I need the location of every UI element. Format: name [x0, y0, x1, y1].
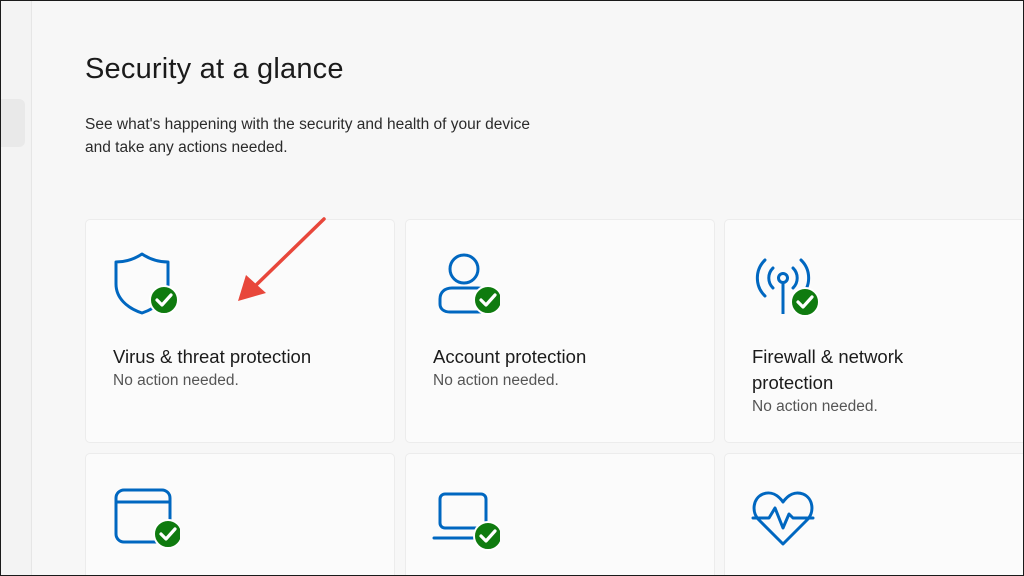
laptop-icon: [428, 480, 500, 552]
heart-pulse-icon: [747, 480, 819, 552]
page-description-line-2: and take any actions needed.: [85, 139, 288, 156]
card-device-performance-health[interactable]: [724, 453, 1023, 575]
check-badge-icon: [149, 285, 179, 315]
page-description: See what's happening with the security a…: [85, 113, 605, 159]
card-app-browser-control[interactable]: [85, 453, 395, 575]
card-title: Account protection: [433, 346, 587, 367]
card-status: No action needed.: [113, 372, 239, 389]
check-badge-icon: [153, 519, 180, 549]
page-title: Security at a glance: [85, 53, 344, 85]
app-browser-window-icon: [108, 480, 180, 552]
card-text: Account protection No action needed.: [433, 344, 683, 392]
card-device-security[interactable]: [405, 453, 715, 575]
app-window: Security at a glance See what's happenin…: [0, 0, 1024, 576]
card-title: Virus & threat protection: [113, 346, 312, 367]
main-content: Security at a glance See what's happenin…: [32, 1, 1023, 575]
card-status: No action needed.: [752, 398, 878, 415]
card-firewall-network-protection[interactable]: Firewall & network protection No action …: [724, 219, 1023, 443]
card-text: Virus & threat protection No action need…: [113, 344, 363, 392]
wireless-antenna-icon: [747, 246, 819, 318]
shield-icon: [108, 246, 180, 318]
card-account-protection[interactable]: Account protection No action needed.: [405, 219, 715, 443]
page-description-line-1: See what's happening with the security a…: [85, 116, 530, 133]
card-virus-threat-protection[interactable]: Virus & threat protection No action need…: [85, 219, 395, 443]
card-status: No action needed.: [433, 372, 559, 389]
check-badge-icon: [790, 287, 819, 317]
card-title-line-2: protection: [752, 372, 834, 393]
check-badge-icon: [473, 285, 500, 315]
card-text: Firewall & network protection No action …: [752, 344, 1002, 418]
nav-selected-indicator[interactable]: [1, 99, 25, 147]
card-title-line-1: Firewall & network: [752, 346, 904, 367]
check-badge-icon: [473, 521, 500, 551]
navigation-sidebar: [1, 1, 32, 575]
person-icon: [428, 246, 500, 318]
